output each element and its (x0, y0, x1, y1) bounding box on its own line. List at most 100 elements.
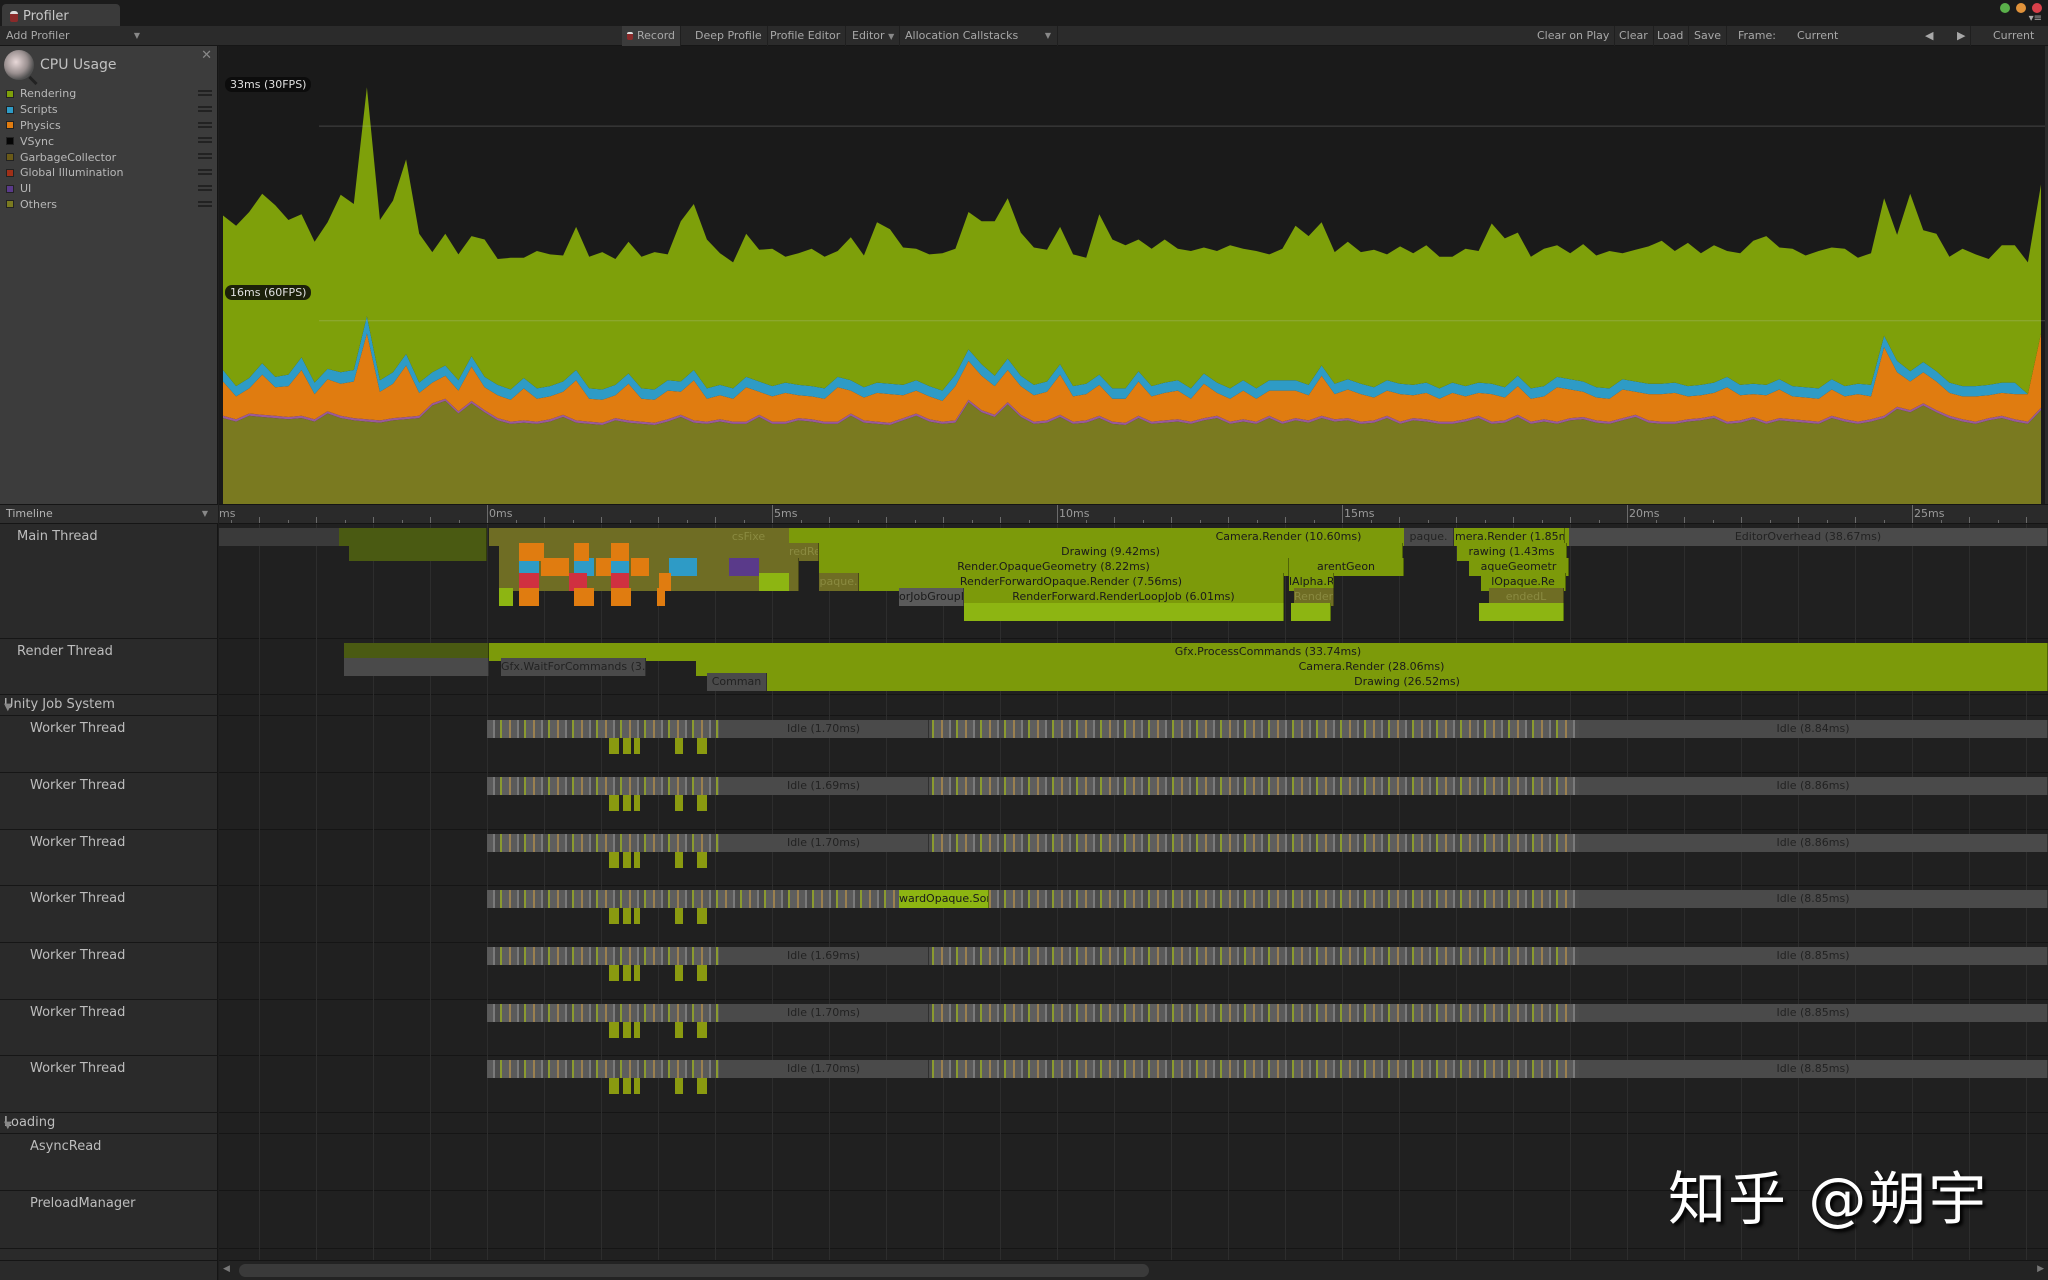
window-menu-icon[interactable]: ▾≡ (2029, 14, 2042, 24)
worker-idle-sample[interactable]: Idle (1.70ms) (719, 1004, 929, 1022)
thread-group-loading[interactable]: ▼ Loading (0, 1113, 218, 1134)
legend-swatch[interactable] (6, 105, 14, 114)
worker-idle-sample[interactable]: Idle (1.70ms) (719, 720, 929, 738)
deep-profile-button[interactable]: Deep Profile (690, 26, 768, 46)
worker-idle-long-sample[interactable]: Idle (8.85ms) (1579, 890, 2048, 908)
worker-sub-sample[interactable] (675, 738, 683, 754)
worker-sub-sample[interactable] (623, 965, 631, 981)
worker-sub-sample[interactable] (697, 795, 707, 811)
expand-triangle-icon[interactable]: ▼ (4, 1120, 12, 1131)
worker-sub-sample[interactable] (697, 852, 707, 868)
profiler-sample-chip[interactable] (759, 573, 789, 591)
profiler-sample-chip[interactable] (611, 588, 631, 606)
legend-swatch[interactable] (6, 168, 14, 177)
main-prev-sample[interactable] (349, 543, 487, 561)
worker-idle-long-sample[interactable]: Idle (8.85ms) (1579, 1060, 2048, 1078)
target-dropdown[interactable]: Editor ▼ (847, 26, 900, 46)
load-button[interactable]: Load (1652, 26, 1690, 46)
wait-for-commands-sample[interactable]: Gfx.WaitForCommands (3.86ms) (501, 658, 646, 676)
add-profiler-dropdown[interactable]: Add Profiler ▼ (0, 26, 146, 46)
worker-sub-sample[interactable] (609, 1022, 619, 1038)
legend-item-scripts[interactable]: Scripts (6, 102, 212, 118)
worker-sub-sample[interactable] (675, 1022, 683, 1038)
zoom-button[interactable] (2016, 3, 2026, 13)
worker-sub-sample[interactable] (634, 965, 640, 981)
timeline-tracks[interactable]: csFixe Camera.Render (10.60ms) paque. mera.… (219, 524, 2048, 1260)
drag-handle-icon[interactable] (198, 105, 212, 112)
worker-sub-sample[interactable] (634, 908, 640, 924)
drag-handle-icon[interactable] (198, 184, 212, 191)
worker-sub-sample[interactable] (634, 1078, 640, 1094)
worker-sub-sample[interactable] (675, 965, 683, 981)
record-button[interactable]: Record (622, 26, 682, 46)
legend-swatch[interactable] (6, 184, 14, 193)
worker-idle-sample[interactable]: Idle (1.69ms) (719, 777, 929, 795)
editor-overhead-sample[interactable]: EditorOverhead (38.67ms) (1569, 528, 2048, 546)
legend-swatch[interactable] (6, 121, 14, 130)
worker-sub-sample[interactable] (609, 965, 619, 981)
legend-item-physics[interactable]: Physics (6, 118, 212, 134)
thread-group-unity-job-system[interactable]: ▼ Unity Job System (0, 695, 218, 716)
worker-sub-sample[interactable] (609, 738, 619, 754)
worker-idle-sample[interactable]: Idle (1.69ms) (719, 947, 929, 965)
worker-sub-sample[interactable] (675, 908, 683, 924)
legend-item-garbagecollector[interactable]: GarbageCollector (6, 149, 212, 165)
cpu-usage-chart[interactable]: 33ms (30FPS) 16ms (60FPS) (219, 46, 2048, 504)
profiler-sample-chip[interactable] (574, 543, 589, 561)
worker-sub-sample[interactable] (609, 795, 619, 811)
profiler-sample-chip[interactable] (519, 588, 539, 606)
worker-job-samples[interactable] (487, 1060, 1587, 1078)
profiler-sample-chip[interactable] (596, 558, 611, 576)
legend-item-vsync[interactable]: VSync (6, 133, 212, 149)
worker-job-samples[interactable] (487, 834, 1587, 852)
editor-overhead-partial[interactable]: paque. (1404, 528, 1454, 546)
worker-sub-sample[interactable] (697, 1078, 707, 1094)
worker-sub-sample[interactable] (697, 965, 707, 981)
profiler-sample-chip[interactable] (631, 558, 649, 576)
legend-swatch[interactable] (6, 89, 14, 98)
worker-idle-long-sample[interactable]: Idle (8.85ms) (1579, 1004, 2048, 1022)
time-ruler[interactable]: ms 0ms 5ms 10ms 15ms 20ms 25ms (219, 504, 2048, 524)
horizontal-scrollbar[interactable]: ◀ ▶ (219, 1260, 2048, 1280)
worker-sub-sample[interactable] (623, 1078, 631, 1094)
worker-idle-long-sample[interactable]: Idle (8.86ms) (1579, 834, 2048, 852)
timeline-view-dropdown[interactable]: Timeline ▼ (0, 504, 218, 524)
scroll-right-icon[interactable]: ▶ (2037, 1264, 2044, 1274)
forward-opaque-sort-sample[interactable]: wardOpaque.Sort (899, 890, 989, 908)
worker-sub-sample[interactable] (623, 1022, 631, 1038)
render-drawing-sample[interactable]: Drawing (26.52ms) (767, 673, 2048, 691)
drag-handle-icon[interactable] (198, 200, 212, 207)
worker-sub-sample[interactable] (697, 1022, 707, 1038)
worker-sub-sample[interactable] (697, 908, 707, 924)
legend-swatch[interactable] (6, 153, 14, 162)
previous-frame-button[interactable]: ◀ (1920, 26, 1938, 46)
drag-handle-icon[interactable] (198, 168, 212, 175)
next-frame-button[interactable]: ▶ (1952, 26, 1972, 46)
worker-idle-long-sample[interactable]: Idle (8.86ms) (1579, 777, 2048, 795)
worker-sub-sample[interactable] (675, 1078, 683, 1094)
worker-sub-sample[interactable] (623, 738, 631, 754)
profiler-sample-chip[interactable] (499, 588, 513, 606)
worker-sub-sample[interactable] (623, 795, 631, 811)
main-sample[interactable]: paque. (819, 573, 859, 591)
profiler-sample-chip[interactable] (541, 558, 569, 576)
job-group-sample[interactable]: orJobGroupID (1. (899, 588, 964, 606)
worker-sub-sample[interactable] (634, 738, 640, 754)
worker-job-samples[interactable] (487, 777, 1587, 795)
worker-job-samples[interactable] (487, 1004, 1587, 1022)
drag-handle-icon[interactable] (198, 153, 212, 160)
allocation-callstacks-dropdown[interactable]: Allocation Callstacks ▼ (900, 26, 1058, 46)
profiler-sample-chip[interactable] (611, 543, 629, 561)
cpu-chart-svg[interactable] (219, 46, 2045, 504)
worker-sub-sample[interactable] (634, 1022, 640, 1038)
main-sample[interactable] (964, 603, 1284, 621)
render-prev-wait[interactable] (344, 658, 489, 676)
close-button[interactable] (2032, 3, 2042, 13)
drag-handle-icon[interactable] (198, 121, 212, 128)
worker-sub-sample[interactable] (609, 852, 619, 868)
legend-item-rendering[interactable]: Rendering (6, 86, 212, 102)
save-button[interactable]: Save (1689, 26, 1728, 46)
profiler-sample-chip[interactable] (669, 558, 697, 576)
clear-on-play-button[interactable]: Clear on Play (1532, 26, 1616, 46)
worker-sub-sample[interactable] (609, 908, 619, 924)
